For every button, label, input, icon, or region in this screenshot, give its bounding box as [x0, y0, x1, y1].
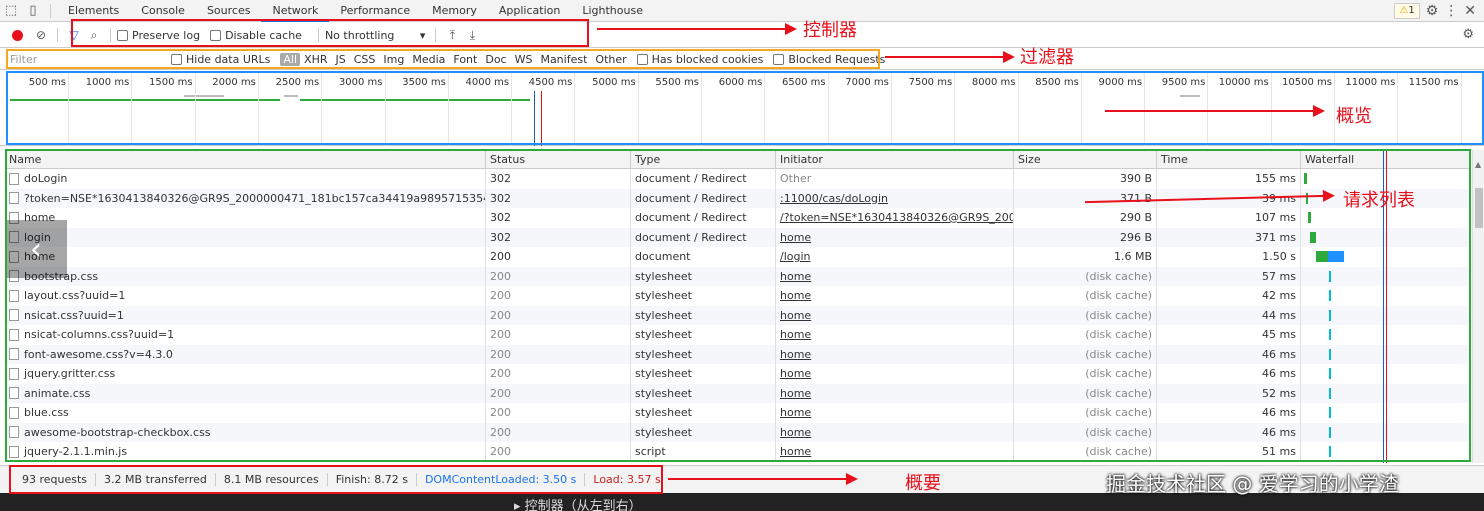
- inspect-element-icon[interactable]: ⬚: [0, 0, 22, 22]
- scrollbar-thumb[interactable]: [1475, 188, 1483, 228]
- warning-count: 1: [1408, 5, 1415, 16]
- watermark: 掘金技术社区 @ 爱学习的小学渣: [1106, 472, 1399, 496]
- warning-badge[interactable]: ⚠1: [1394, 3, 1420, 19]
- filter-annotation: 过滤器: [1020, 47, 1074, 68]
- controller-annotation: 控制器: [803, 20, 857, 41]
- network-settings-gear-icon[interactable]: ⚙: [1462, 27, 1474, 42]
- filter-arrow: [885, 51, 1015, 63]
- more-options-icon[interactable]: ⋮: [1444, 3, 1458, 19]
- close-devtools-icon[interactable]: ✕: [1464, 3, 1476, 19]
- summary-arrow: [668, 473, 858, 485]
- controller-arrow: [597, 23, 797, 35]
- warning-icon: ⚠: [1399, 5, 1409, 16]
- device-toolbar-icon[interactable]: ▯: [22, 0, 44, 22]
- tab-separator: [50, 3, 51, 18]
- request-list-annotation: 请求列表: [1343, 190, 1415, 211]
- overview-arrow: [1105, 105, 1325, 117]
- overview-annotation-box: [6, 71, 1484, 145]
- summary-annotation: 概要: [905, 473, 941, 494]
- filter-annotation-box: [6, 49, 880, 69]
- table-scrollbar[interactable]: ▲: [1472, 150, 1484, 463]
- below-caption: ▸ 控制器（从左到右）: [514, 499, 642, 511]
- settings-gear-icon[interactable]: ⚙: [1426, 3, 1439, 19]
- record-button[interactable]: [12, 29, 23, 41]
- control-separator: [57, 28, 58, 42]
- tabbar-right: ⚠1 ⚙ ⋮ ✕: [1394, 0, 1484, 22]
- summary-annotation-box: [9, 465, 663, 494]
- scroll-up-icon[interactable]: ▲: [1475, 160, 1481, 169]
- clear-icon[interactable]: ⊘: [31, 28, 51, 42]
- overview-annotation: 概览: [1336, 106, 1372, 127]
- controller-annotation-box: [71, 19, 589, 47]
